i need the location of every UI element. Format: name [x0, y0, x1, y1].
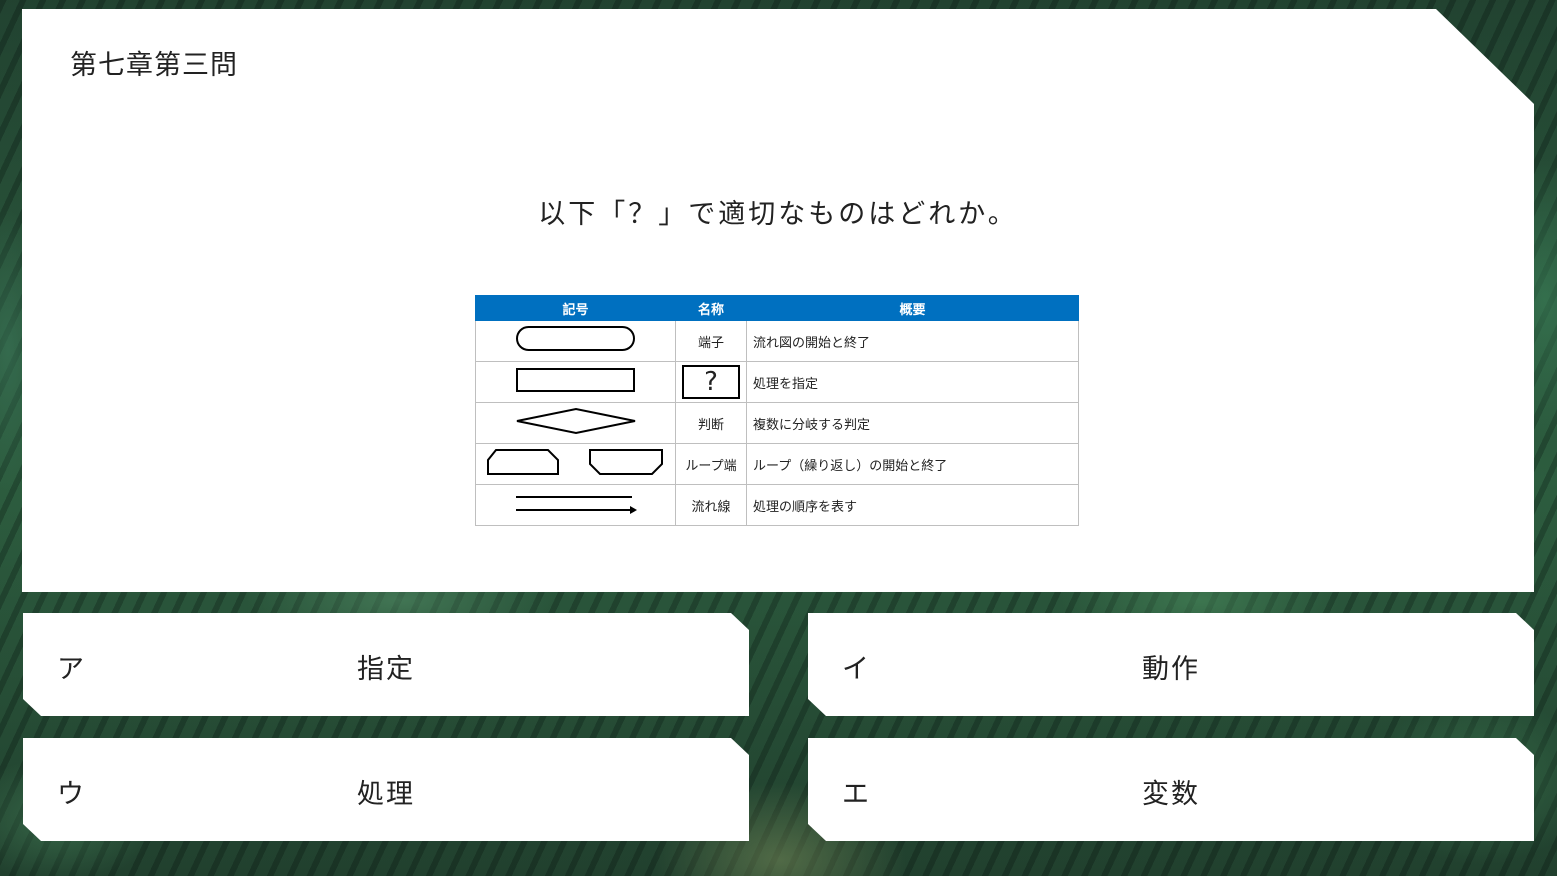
- table-header-summary: 概要: [746, 295, 1079, 321]
- loop-limit-symbol-icon: [475, 443, 676, 485]
- symbol-summary: 複数に分岐する判定: [746, 402, 1079, 444]
- question-mark-box: ?: [682, 365, 740, 399]
- answer-text: 処理: [357, 779, 415, 810]
- answer-text: 指定: [357, 654, 415, 685]
- symbol-name: 判断: [675, 402, 747, 444]
- flowchart-symbol-table: 記号 名称 概要 端子 流れ図の開始と終了 ? 処理を指定 判断 複数に分岐する…: [475, 295, 1079, 526]
- table-header-symbol: 記号: [475, 295, 676, 321]
- question-text: 以下「？」で適切なものはどれか。: [538, 199, 1018, 230]
- process-symbol-icon: [475, 361, 676, 403]
- table-row: 判断 複数に分岐する判定: [475, 402, 1079, 444]
- symbol-summary: 処理を指定: [746, 361, 1079, 403]
- table-row: ループ端 ループ（繰り返し）の開始と終了: [475, 443, 1079, 485]
- symbol-summary: 処理の順序を表す: [746, 484, 1079, 526]
- symbol-name-unknown: ?: [675, 361, 747, 403]
- question-panel: 第七章第三問 以下「？」で適切なものはどれか。 記号 名称 概要 端子 流れ図の…: [22, 9, 1534, 592]
- symbol-summary: 流れ図の開始と終了: [746, 320, 1079, 362]
- flowline-symbol-icon: [475, 484, 676, 526]
- symbol-summary: ループ（繰り返し）の開始と終了: [746, 443, 1079, 485]
- terminal-symbol-icon: [475, 320, 676, 362]
- answer-text: 動作: [1142, 654, 1200, 685]
- answer-option-e[interactable]: エ 変数: [808, 738, 1534, 841]
- answer-text: 変数: [1142, 779, 1200, 810]
- table-row: ? 処理を指定: [475, 361, 1079, 403]
- table-header-name: 名称: [675, 295, 747, 321]
- answer-option-u[interactable]: ウ 処理: [23, 738, 749, 841]
- chapter-title: 第七章第三問: [70, 50, 238, 81]
- symbol-name: ループ端: [675, 443, 747, 485]
- symbol-name: 流れ線: [675, 484, 747, 526]
- answer-option-a[interactable]: ア 指定: [23, 613, 749, 716]
- symbol-name: 端子: [675, 320, 747, 362]
- table-row: 流れ線 処理の順序を表す: [475, 484, 1079, 526]
- answer-option-i[interactable]: イ 動作: [808, 613, 1534, 716]
- decision-symbol-icon: [475, 402, 676, 444]
- table-row: 端子 流れ図の開始と終了: [475, 320, 1079, 362]
